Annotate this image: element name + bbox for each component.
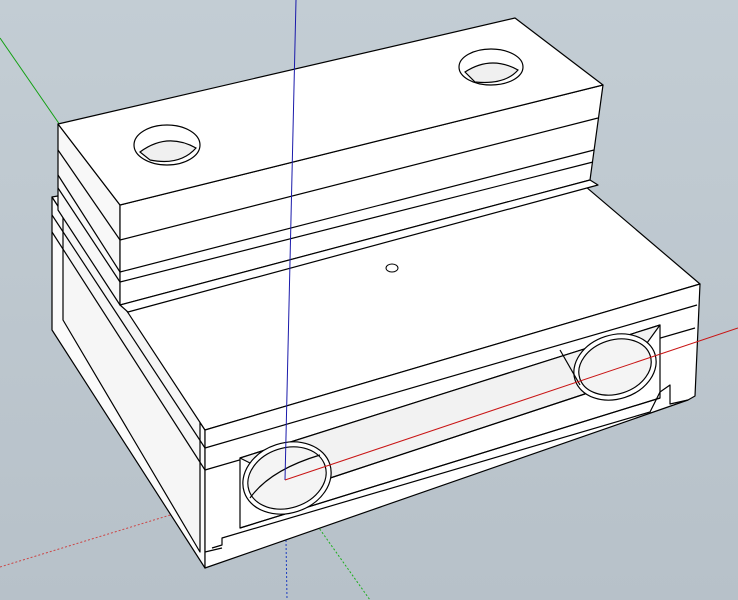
3d-scene[interactable] — [0, 0, 738, 600]
green-axis-negative — [0, 37, 61, 126]
counterbore-hole-right[interactable] — [458, 48, 524, 86]
modeling-viewport[interactable] — [0, 0, 738, 600]
counterbore-hole-left[interactable] — [133, 124, 201, 166]
pin-hole[interactable] — [385, 263, 399, 273]
